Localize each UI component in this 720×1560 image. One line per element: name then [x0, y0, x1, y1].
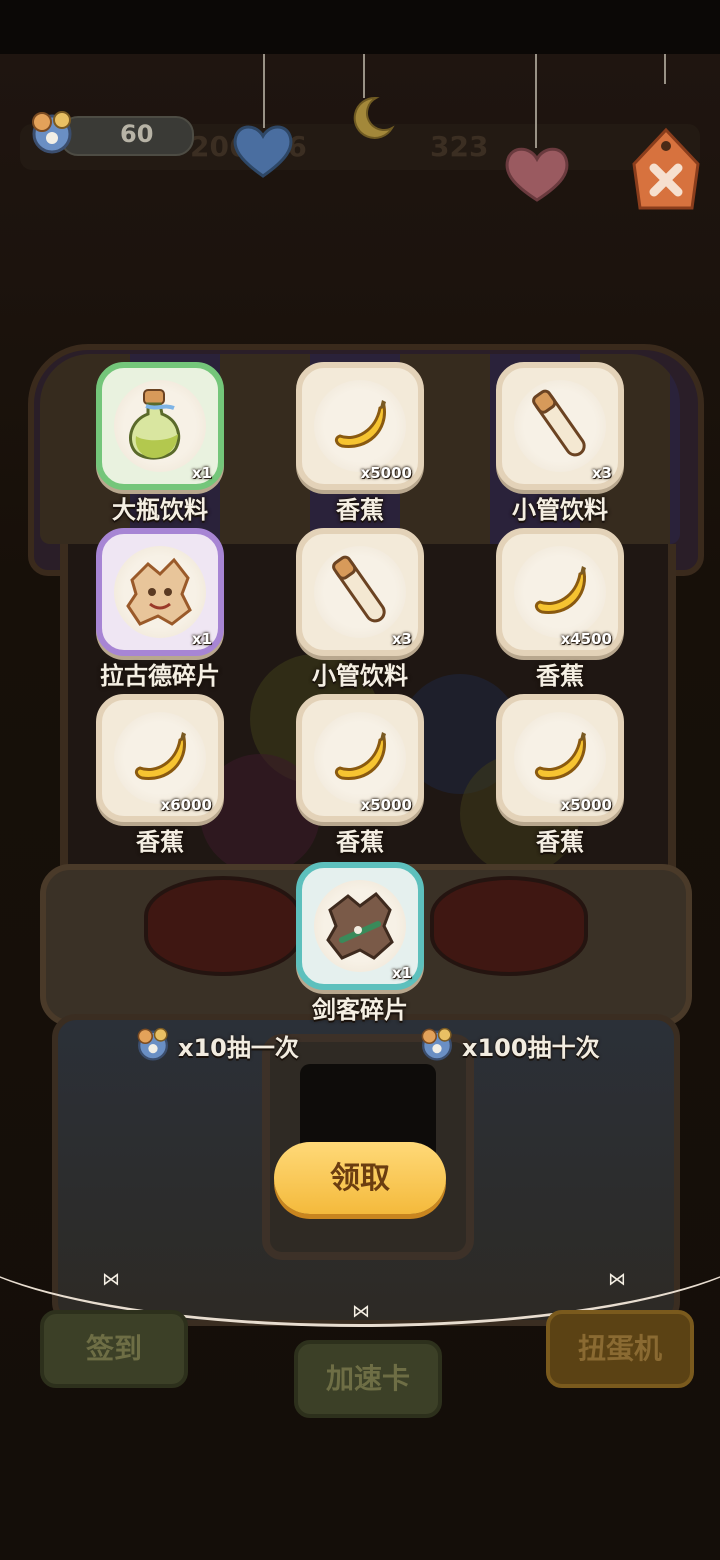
reward-quantity: x1 — [191, 630, 212, 648]
reward-name: 香蕉 — [536, 828, 584, 856]
reward-card: x5000 — [296, 694, 424, 822]
reward-item[interactable]: x6000 香蕉 — [60, 694, 260, 864]
reward-quantity: x4500 — [560, 630, 612, 648]
gacha-scene: 206486 323 ⋈ ⋈ ⋈ 签到 加速卡 扭蛋机 60 — [0, 54, 720, 1560]
reward-card: x5000 — [296, 362, 424, 490]
coin-counter: 60 — [60, 116, 194, 156]
reward-name: 小管饮料 — [512, 496, 608, 524]
banana-icon — [134, 732, 186, 780]
gacha-coin-icon — [421, 1027, 452, 1061]
reward-name: 香蕉 — [336, 828, 384, 856]
checkin-sign[interactable]: 签到 — [40, 1310, 188, 1388]
banana-icon — [334, 732, 386, 780]
close-icon[interactable] — [626, 124, 706, 214]
heart-ornament-icon — [505, 147, 569, 202]
reward-quantity: x3 — [591, 464, 612, 482]
reward-item[interactable]: x1 大瓶饮料 — [60, 362, 260, 532]
reward-name: 小管饮料 — [312, 662, 408, 690]
reward-card: x1 — [96, 362, 224, 490]
claim-button[interactable]: 领取 — [274, 1142, 446, 1214]
reward-item[interactable]: x3 小管饮料 — [260, 528, 460, 698]
reward-card: x3 — [496, 362, 624, 490]
banana-icon — [534, 566, 586, 614]
reward-item[interactable]: x5000 香蕉 — [260, 362, 460, 532]
reward-quantity: x3 — [391, 630, 412, 648]
reward-quantity: x5000 — [360, 464, 412, 482]
reward-item[interactable]: x5000 香蕉 — [260, 694, 460, 864]
gacha-machine-sign[interactable]: 扭蛋机 — [546, 1310, 694, 1388]
banana-icon — [534, 732, 586, 780]
reward-item[interactable]: x1 剑客碎片 — [260, 862, 460, 1032]
reward-name: 大瓶饮料 — [112, 496, 208, 524]
lagude-fragment-icon — [126, 557, 192, 626]
reward-card: x6000 — [96, 694, 224, 822]
ten-draw-cost: x100抽十次 — [462, 1034, 600, 1062]
reward-name: 香蕉 — [336, 496, 384, 524]
reward-card: x1 — [96, 528, 224, 656]
reward-quantity: x1 — [391, 964, 412, 982]
reward-card: x1 — [296, 862, 424, 990]
reward-quantity: x5000 — [360, 796, 412, 814]
big-bottle-drink-icon — [129, 389, 181, 460]
background-count-2: 323 — [430, 130, 489, 163]
reward-item[interactable]: x1 拉古德碎片 — [60, 528, 260, 698]
reward-card: x5000 — [496, 694, 624, 822]
bow-icon: ⋈ — [608, 1269, 626, 1290]
small-tube-drink-icon — [332, 555, 386, 623]
reward-quantity: x6000 — [160, 796, 212, 814]
reward-name: 香蕉 — [136, 828, 184, 856]
coin-count: 60 — [120, 120, 154, 148]
bow-icon: ⋈ — [352, 1301, 370, 1322]
banana-icon — [334, 400, 386, 448]
reward-name: 拉古德碎片 — [100, 662, 220, 690]
small-tube-drink-icon — [532, 389, 586, 457]
single-draw-cost: x10抽一次 — [178, 1034, 299, 1062]
bow-icon: ⋈ — [102, 1269, 120, 1290]
gacha-coin-icon — [137, 1027, 168, 1061]
reward-card: x4500 — [496, 528, 624, 656]
reward-quantity: x1 — [191, 464, 212, 482]
reward-name: 剑客碎片 — [312, 996, 408, 1024]
moon-ornament-icon — [353, 96, 395, 139]
speedup-card-sign[interactable]: 加速卡 — [294, 1340, 442, 1418]
reward-name: 香蕉 — [536, 662, 584, 690]
heart-ornament-icon — [233, 125, 293, 178]
reward-item[interactable]: x5000 香蕉 — [460, 694, 660, 864]
swordsman-fragment-icon — [326, 891, 394, 960]
reward-card: x3 — [296, 528, 424, 656]
gacha-coin-icon — [32, 111, 72, 154]
reward-item[interactable]: x4500 香蕉 — [460, 528, 660, 698]
reward-item[interactable]: x3 小管饮料 — [460, 362, 660, 532]
reward-quantity: x5000 — [560, 796, 612, 814]
